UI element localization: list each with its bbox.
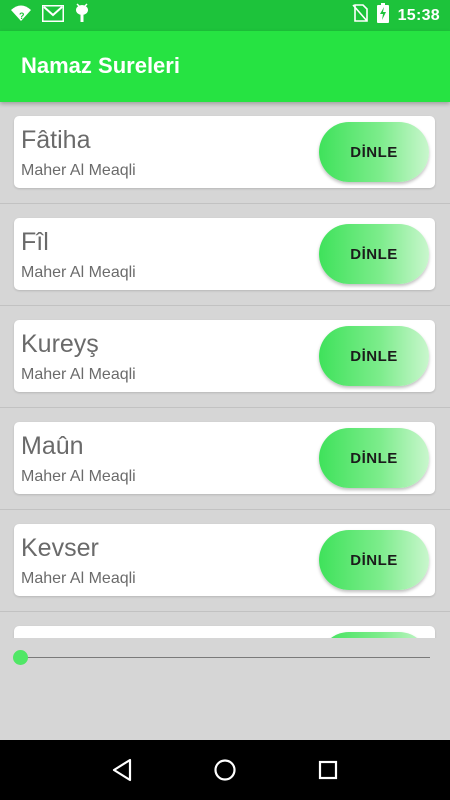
listen-button[interactable]: DİNLE <box>319 530 429 590</box>
surah-reciter: Maher Al Meaqli <box>21 162 136 179</box>
surah-card[interactable]: Fâtiha Maher Al Meaqli DİNLE <box>14 116 435 188</box>
list-item: Kureyş Maher Al Meaqli DİNLE <box>0 306 450 408</box>
svg-text:?: ? <box>19 11 25 21</box>
surah-card[interactable]: Maûn Maher Al Meaqli DİNLE <box>14 422 435 494</box>
surah-title: Fîl <box>21 228 49 256</box>
list-item: Kevser Maher Al Meaqli DİNLE <box>0 510 450 612</box>
seek-bar-thumb[interactable] <box>13 650 28 665</box>
recents-icon[interactable] <box>308 750 348 790</box>
listen-button[interactable]: DİNLE <box>319 326 429 386</box>
surah-card[interactable] <box>14 626 435 638</box>
battery-charging-icon <box>376 3 389 28</box>
surah-title: Kevser <box>21 534 99 562</box>
home-icon[interactable] <box>205 750 245 790</box>
status-time: 15:38 <box>397 6 440 24</box>
surah-card[interactable]: Fîl Maher Al Meaqli DİNLE <box>14 218 435 290</box>
list-item: Fîl Maher Al Meaqli DİNLE <box>0 204 450 306</box>
listen-button[interactable]: DİNLE <box>319 122 429 182</box>
app-bar: Namaz Sureleri <box>0 31 450 102</box>
list-item <box>0 612 450 638</box>
seek-bar-track[interactable] <box>20 657 430 658</box>
no-sim-icon <box>351 4 368 27</box>
listen-button[interactable]: DİNLE <box>319 224 429 284</box>
surah-reciter: Maher Al Meaqli <box>21 264 136 281</box>
gmail-icon <box>41 4 65 27</box>
surah-reciter: Maher Al Meaqli <box>21 468 136 485</box>
surah-title: Kureyş <box>21 330 99 358</box>
back-icon[interactable] <box>102 750 142 790</box>
surah-card[interactable]: Kevser Maher Al Meaqli DİNLE <box>14 524 435 596</box>
status-bar: ? 15:38 <box>0 0 450 31</box>
list-item: Fâtiha Maher Al Meaqli DİNLE <box>0 102 450 204</box>
surah-title: Fâtiha <box>21 126 91 154</box>
surah-list[interactable]: Fâtiha Maher Al Meaqli DİNLE Fîl Maher A… <box>0 102 450 638</box>
player-area <box>0 638 450 740</box>
surah-card[interactable]: Kureyş Maher Al Meaqli DİNLE <box>14 320 435 392</box>
navigation-bar <box>0 740 450 800</box>
surah-reciter: Maher Al Meaqli <box>21 570 136 587</box>
surah-reciter: Maher Al Meaqli <box>21 366 136 383</box>
status-left: ? <box>10 3 90 28</box>
listen-button[interactable]: DİNLE <box>319 428 429 488</box>
surah-title: Maûn <box>21 432 84 460</box>
app-title: Namaz Sureleri <box>21 53 180 78</box>
list-item: Maûn Maher Al Meaqli DİNLE <box>0 408 450 510</box>
wifi-unknown-icon: ? <box>10 4 32 27</box>
android-debug-icon <box>74 3 90 28</box>
status-right: 15:38 <box>351 3 440 28</box>
